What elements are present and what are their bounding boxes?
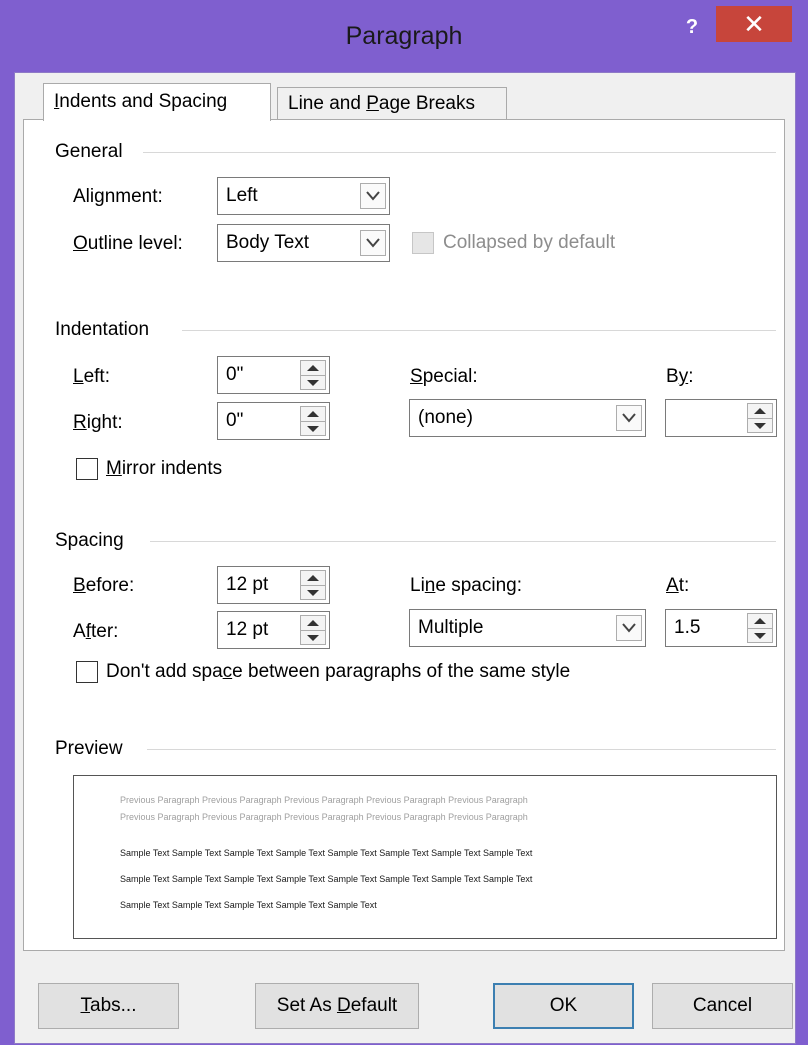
down-arrow-icon[interactable] bbox=[306, 379, 320, 387]
indent-left-value: 0" bbox=[226, 364, 244, 385]
preview-box: Previous Paragraph Previous Paragraph Pr… bbox=[73, 775, 777, 939]
preview-sample-line: Sample Text Sample Text Sample Text Samp… bbox=[120, 874, 533, 884]
spacing-after-label: After: bbox=[73, 621, 119, 642]
indent-left-label: Left: bbox=[73, 366, 110, 387]
spin-buttons[interactable] bbox=[747, 403, 773, 433]
by-spinner[interactable] bbox=[665, 399, 777, 437]
spacing-before-label: Before: bbox=[73, 575, 135, 596]
spin-buttons[interactable] bbox=[300, 570, 326, 600]
ok-button[interactable]: OK bbox=[493, 983, 634, 1029]
dont-add-space-label: Don't add space between paragraphs of th… bbox=[106, 661, 571, 682]
chevron-down-icon[interactable] bbox=[616, 615, 642, 641]
special-value: (none) bbox=[418, 407, 473, 428]
line-spacing-value: Multiple bbox=[418, 617, 484, 638]
line-spacing-select[interactable]: Multiple bbox=[409, 609, 646, 647]
title-bar: Paragraph ? ✕ bbox=[0, 0, 808, 72]
preview-previous-line: Previous Paragraph Previous Paragraph Pr… bbox=[120, 795, 528, 805]
spin-buttons[interactable] bbox=[300, 615, 326, 645]
chevron-down-icon[interactable] bbox=[616, 405, 642, 431]
indent-right-spinner[interactable]: 0" bbox=[217, 402, 330, 440]
collapsed-by-default-checkbox[interactable] bbox=[412, 232, 434, 254]
spin-buttons[interactable] bbox=[300, 360, 326, 390]
cancel-button[interactable]: Cancel bbox=[652, 983, 793, 1029]
outline-level-value: Body Text bbox=[226, 232, 310, 253]
outline-level-select[interactable]: Body Text bbox=[217, 224, 390, 262]
preview-sample-line: Sample Text Sample Text Sample Text Samp… bbox=[120, 848, 533, 858]
mirror-indents-label: Mirror indents bbox=[106, 458, 223, 479]
up-arrow-icon[interactable] bbox=[753, 617, 767, 625]
alignment-select[interactable]: Left bbox=[217, 177, 390, 215]
up-arrow-icon[interactable] bbox=[306, 574, 320, 582]
collapsed-by-default-label: Collapsed by default bbox=[443, 232, 616, 253]
preview-previous-line: Previous Paragraph Previous Paragraph Pr… bbox=[120, 812, 528, 822]
paragraph-dialog: Paragraph ? ✕ Indents and Spacing Line a… bbox=[0, 0, 808, 1045]
spacing-before-value: 12 pt bbox=[226, 574, 269, 595]
special-label: Special: bbox=[410, 366, 478, 387]
close-button[interactable]: ✕ bbox=[716, 6, 792, 42]
spacing-after-value: 12 pt bbox=[226, 619, 269, 640]
indent-left-spinner[interactable]: 0" bbox=[217, 356, 330, 394]
up-arrow-icon[interactable] bbox=[306, 410, 320, 418]
up-arrow-icon[interactable] bbox=[306, 619, 320, 627]
section-preview-label: Preview bbox=[55, 738, 123, 759]
at-spinner[interactable]: 1.5 bbox=[665, 609, 777, 647]
alignment-label: Alignment: bbox=[73, 186, 163, 207]
down-arrow-icon[interactable] bbox=[306, 425, 320, 433]
at-label: At: bbox=[666, 575, 690, 596]
by-label: By: bbox=[666, 366, 694, 387]
indent-right-label: Right: bbox=[73, 412, 123, 433]
section-indentation-label: Indentation bbox=[55, 319, 150, 340]
up-arrow-icon[interactable] bbox=[753, 407, 767, 415]
spin-buttons[interactable] bbox=[300, 406, 326, 436]
spacing-before-spinner[interactable]: 12 pt bbox=[217, 566, 330, 604]
alignment-value: Left bbox=[226, 185, 258, 206]
section-divider bbox=[143, 152, 776, 153]
spacing-after-spinner[interactable]: 12 pt bbox=[217, 611, 330, 649]
down-arrow-icon[interactable] bbox=[306, 589, 320, 597]
chevron-down-icon[interactable] bbox=[360, 183, 386, 209]
down-arrow-icon[interactable] bbox=[753, 422, 767, 430]
section-spacing-label: Spacing bbox=[55, 530, 124, 551]
help-button[interactable]: ? bbox=[672, 12, 712, 46]
special-select[interactable]: (none) bbox=[409, 399, 646, 437]
section-divider bbox=[182, 330, 776, 331]
spin-buttons[interactable] bbox=[747, 613, 773, 643]
dont-add-space-checkbox[interactable] bbox=[76, 661, 98, 683]
section-divider bbox=[147, 749, 776, 750]
indent-right-value: 0" bbox=[226, 410, 244, 431]
tab-indents-and-spacing[interactable]: Indents and Spacing bbox=[43, 83, 271, 121]
preview-sample-line: Sample Text Sample Text Sample Text Samp… bbox=[120, 900, 377, 910]
section-divider bbox=[150, 541, 776, 542]
down-arrow-icon[interactable] bbox=[306, 634, 320, 642]
set-as-default-button[interactable]: Set As Default bbox=[255, 983, 419, 1029]
at-value: 1.5 bbox=[674, 617, 701, 638]
chevron-down-icon[interactable] bbox=[360, 230, 386, 256]
mirror-indents-checkbox[interactable] bbox=[76, 458, 98, 480]
line-spacing-label: Line spacing: bbox=[410, 575, 522, 596]
outline-level-label: Outline level: bbox=[73, 233, 183, 254]
tab-line-and-page-breaks[interactable]: Line and Page Breaks bbox=[277, 87, 507, 120]
down-arrow-icon[interactable] bbox=[753, 632, 767, 640]
up-arrow-icon[interactable] bbox=[306, 364, 320, 372]
tabs-button[interactable]: Tabs... bbox=[38, 983, 179, 1029]
section-general-label: General bbox=[55, 141, 123, 162]
